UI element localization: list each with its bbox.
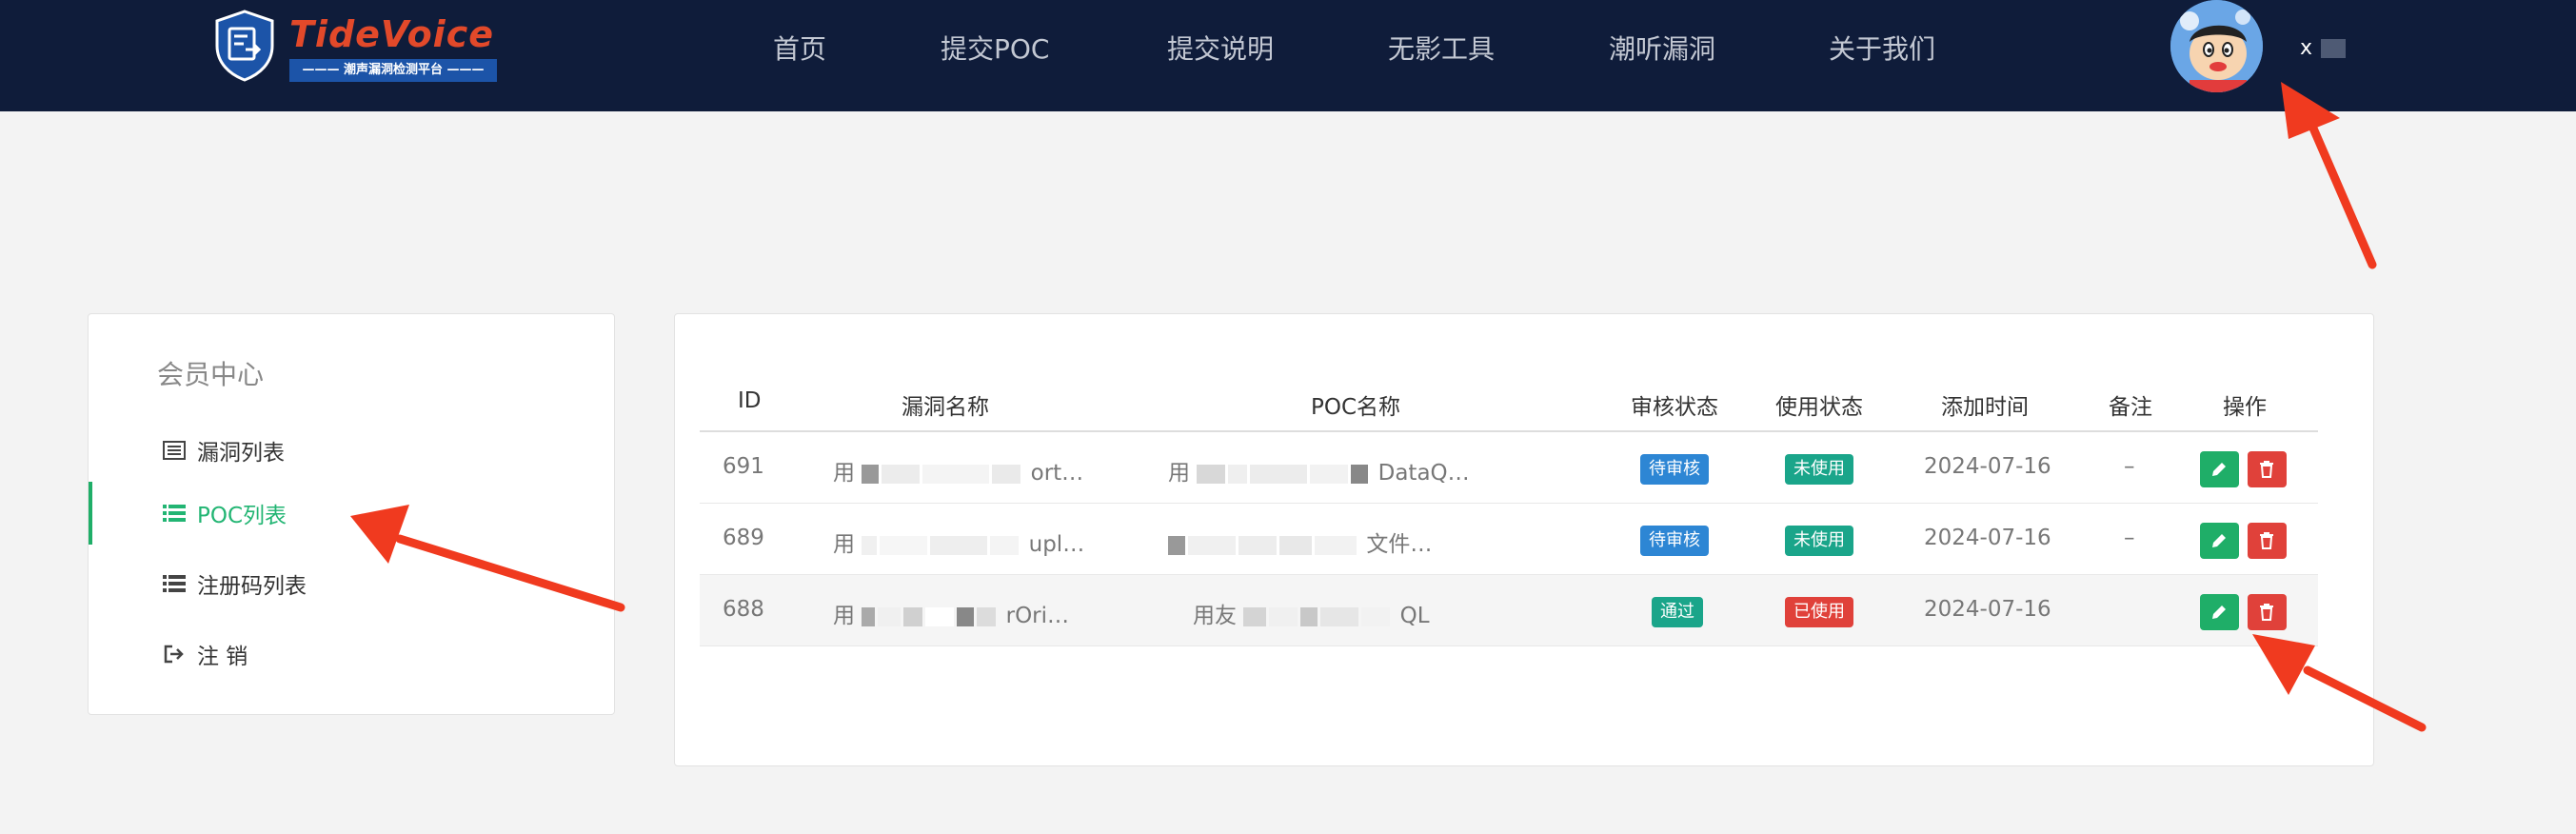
redacted-text <box>1243 605 1393 629</box>
review-status-badge: 待审核 <box>1640 454 1709 485</box>
cell-vuln-name[interactable]: 用 rOri… <box>833 597 1069 629</box>
trash-icon <box>2260 532 2273 549</box>
avatar-image <box>2170 0 2263 92</box>
logo-title: TideVoice <box>289 13 494 55</box>
top-navbar: TideVoice ——— 潮声漏洞检测平台 ——— 首页 提交POC 提交说明… <box>0 0 2576 111</box>
edit-button[interactable] <box>2200 523 2239 559</box>
nav-home[interactable]: 首页 <box>773 29 826 67</box>
member-sidebar: 会员中心 漏洞列表 POC列表 注册码列表 注 销 <box>88 313 615 715</box>
poc-name-end: 文件… <box>1366 532 1433 557</box>
col-vuln-name: 漏洞名称 <box>902 395 989 420</box>
sidebar-item-label: 漏洞列表 <box>197 441 285 466</box>
cell-id: 688 <box>723 597 764 622</box>
cell-poc-name[interactable]: 用友 QL <box>1193 597 1430 629</box>
cell-date: 2024-07-16 <box>1924 454 2051 479</box>
list-icon <box>163 505 186 522</box>
logo-tagline: ——— 潮声漏洞检测平台 ——— <box>289 59 497 82</box>
cell-poc-name[interactable]: 文件… <box>1168 526 1432 558</box>
redacted-text <box>862 605 999 629</box>
vuln-name-start: 用 <box>833 532 855 557</box>
trash-icon <box>2260 604 2273 621</box>
table-row: 691 用 ort… 用 DataQ… 待审核 未使用 2024-07-16 – <box>700 432 2318 504</box>
edit-button[interactable] <box>2200 594 2239 630</box>
col-review: 审核状态 <box>1631 395 1718 420</box>
poc-list-panel: ID 漏洞名称 POC名称 审核状态 使用状态 添加时间 备注 操作 691 用… <box>674 313 2374 766</box>
cell-date: 2024-07-16 <box>1924 597 2051 622</box>
table-header: ID 漏洞名称 POC名称 审核状态 使用状态 添加时间 备注 操作 <box>700 379 2318 432</box>
cell-poc-name[interactable]: 用 DataQ… <box>1168 454 1470 486</box>
col-poc-name: POC名称 <box>1311 395 1401 420</box>
poc-table: ID 漏洞名称 POC名称 审核状态 使用状态 添加时间 备注 操作 691 用… <box>700 379 2318 646</box>
review-status-badge: 通过 <box>1652 597 1703 627</box>
redacted-text <box>862 533 1021 558</box>
sidebar-item-vuln-list[interactable]: 漏洞列表 <box>89 419 614 482</box>
sidebar-title: 会员中心 <box>157 359 265 390</box>
cell-vuln-name[interactable]: 用 upl… <box>833 526 1084 558</box>
cell-date: 2024-07-16 <box>1924 526 2051 550</box>
col-date: 添加时间 <box>1941 395 2029 420</box>
site-logo[interactable]: TideVoice ——— 潮声漏洞检测平台 ——— <box>213 10 499 82</box>
sidebar-item-label: 注 销 <box>197 645 248 669</box>
username-label[interactable]: x <box>2300 36 2347 60</box>
shield-logo-icon <box>215 10 274 82</box>
list-alt-icon <box>163 441 186 460</box>
poc-name-start: 用友 <box>1193 604 1237 628</box>
table-row: 688 用 rOri… 用友 QL 通过 已使用 2024-07-16 <box>700 575 2318 646</box>
nav-submit-guide[interactable]: 提交说明 <box>1167 29 1274 67</box>
usage-status-badge: 已使用 <box>1785 597 1853 627</box>
col-remark: 备注 <box>2109 395 2152 420</box>
col-usage: 使用状态 <box>1775 395 1863 420</box>
trash-icon <box>2260 461 2273 478</box>
table-row: 689 用 upl… 文件… 待审核 未使用 2024-07-16 – <box>700 504 2318 575</box>
delete-button[interactable] <box>2248 451 2287 487</box>
delete-button[interactable] <box>2248 523 2287 559</box>
vuln-name-end: ort… <box>1030 461 1084 486</box>
nav-about-us[interactable]: 关于我们 <box>1829 29 1935 67</box>
vuln-name-end: upl… <box>1028 532 1085 557</box>
list-icon <box>163 575 186 592</box>
pencil-icon <box>2212 534 2226 547</box>
poc-name-end: DataQ… <box>1377 461 1470 486</box>
vuln-name-start: 用 <box>833 461 855 486</box>
delete-button[interactable] <box>2248 594 2287 630</box>
cell-id: 691 <box>723 454 764 479</box>
pencil-icon <box>2212 463 2226 476</box>
nav-submit-poc[interactable]: 提交POC <box>941 29 1049 67</box>
col-id: ID <box>738 388 762 413</box>
poc-name-start: 用 <box>1168 461 1190 486</box>
pencil-icon <box>2212 606 2226 619</box>
usage-status-badge: 未使用 <box>1785 526 1853 556</box>
nav-wuying-tools[interactable]: 无影工具 <box>1388 29 1495 67</box>
vuln-name-start: 用 <box>833 604 855 628</box>
sidebar-item-poc-list[interactable]: POC列表 <box>89 482 614 545</box>
username-text: x <box>2300 36 2313 60</box>
review-status-badge: 待审核 <box>1640 526 1709 556</box>
redacted-text <box>1168 533 1359 558</box>
edit-button[interactable] <box>2200 451 2239 487</box>
vuln-name-end: rOri… <box>1005 604 1070 628</box>
cell-id: 689 <box>723 526 764 550</box>
sign-out-icon <box>164 645 184 664</box>
redacted-text <box>1197 462 1371 486</box>
poc-name-end: QL <box>1399 604 1430 628</box>
cell-remark: – <box>2124 454 2135 479</box>
username-redacted <box>2321 39 2347 58</box>
cell-remark: – <box>2124 526 2135 550</box>
user-avatar[interactable] <box>2170 0 2263 92</box>
sidebar-item-label: POC列表 <box>197 504 287 528</box>
cell-vuln-name[interactable]: 用 ort… <box>833 454 1083 486</box>
nav-chaoting-vulns[interactable]: 潮听漏洞 <box>1609 29 1715 67</box>
sidebar-item-regcode-list[interactable]: 注册码列表 <box>89 552 614 615</box>
redacted-text <box>862 462 1023 486</box>
usage-status-badge: 未使用 <box>1785 454 1853 485</box>
sidebar-item-logout[interactable]: 注 销 <box>89 623 614 685</box>
sidebar-item-label: 注册码列表 <box>197 574 307 599</box>
col-actions: 操作 <box>2223 395 2267 420</box>
